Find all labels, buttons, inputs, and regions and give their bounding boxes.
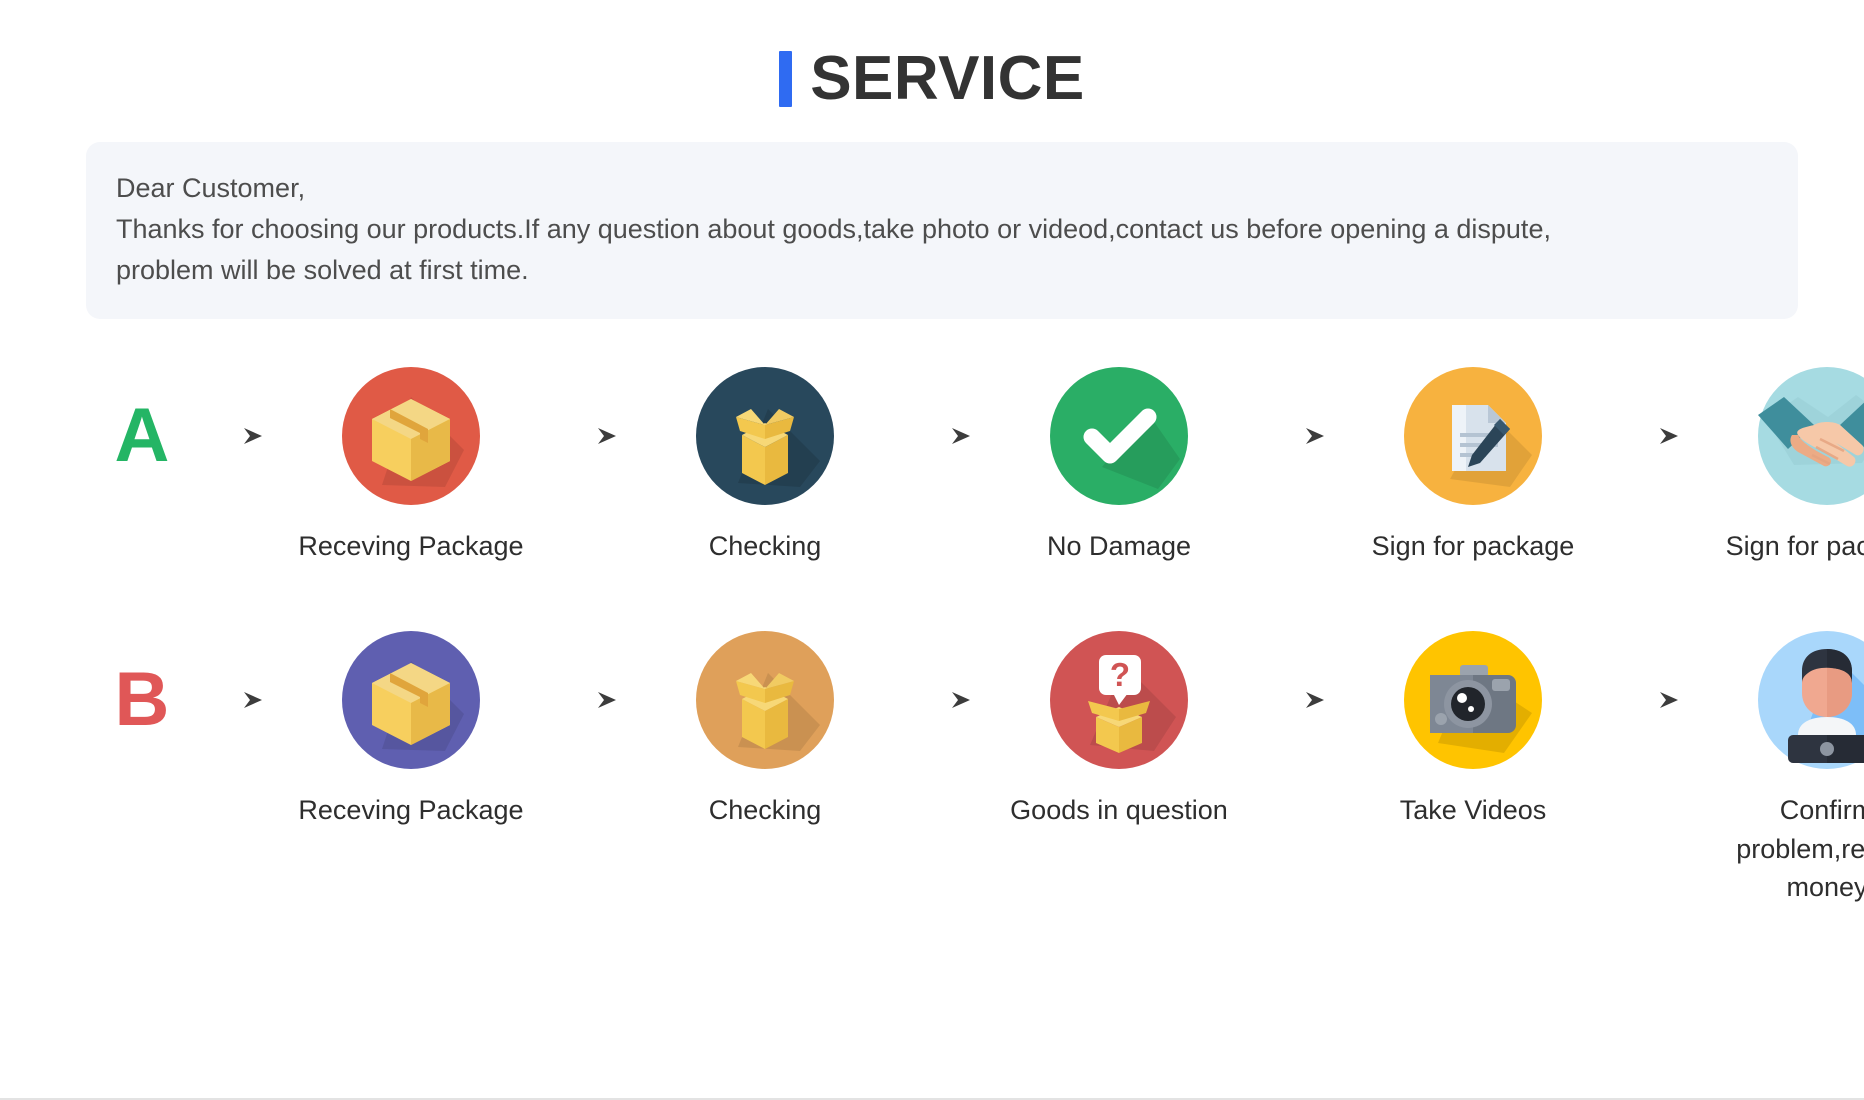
badge-label-b: B: [114, 657, 170, 743]
step-label: Sign for package: [1725, 531, 1864, 562]
step-label: No Damage: [1046, 531, 1192, 562]
arrow-a-1: [542, 367, 634, 505]
step-label: Goods in question: [1010, 795, 1228, 826]
arrow-b-1: [542, 631, 634, 769]
arrow-a-3: [1250, 367, 1342, 505]
title-accent-bar: [779, 51, 793, 107]
notice-line-1: Thanks for choosing our products.If any …: [116, 214, 1551, 245]
handshake-icon: [1758, 367, 1864, 506]
open-box-icon: [696, 631, 834, 770]
notice-greeting: Dear Customer,: [116, 173, 306, 203]
camera-icon: [1404, 631, 1542, 770]
step-label: Sign for package: [1371, 531, 1575, 562]
document-pen-icon: [1404, 367, 1542, 506]
question-box-icon: ?: [1050, 631, 1188, 770]
step-b-5: Confirm problem,refund money: [1696, 631, 1864, 906]
page-header: SERVICE: [0, 0, 1864, 112]
arrow-b-4: [1604, 631, 1696, 769]
step-b-3: ? Goods in question: [988, 631, 1250, 829]
step-b-2: Checking: [634, 631, 896, 829]
flow-row-a: A Receving Package Checking No Damage Si…: [0, 367, 1864, 565]
step-label: Receving Package: [298, 531, 524, 562]
arrow-a-4: [1604, 367, 1696, 505]
step-label: Checking: [708, 531, 822, 562]
service-page: SERVICE Dear Customer, Thanks for choosi…: [0, 0, 1864, 1100]
arrow-b-2: [896, 631, 988, 769]
step-label: Take Videos: [1399, 795, 1547, 826]
page-title: SERVICE: [810, 44, 1085, 113]
svg-text:?: ?: [1110, 656, 1130, 693]
step-label: Confirm problem,refund money: [1736, 795, 1864, 903]
notice-line-2: problem will be solved at first time.: [116, 255, 529, 286]
step-a-3: No Damage: [988, 367, 1250, 565]
arrow-b-0: [188, 631, 280, 769]
arrow-a-0: [188, 367, 280, 505]
step-label: Checking: [708, 795, 822, 826]
flow-badge-b: B: [96, 631, 188, 769]
check-mark-icon: [1050, 367, 1188, 506]
step-a-5: Sign for package: [1696, 367, 1864, 565]
step-a-2: Checking: [634, 367, 896, 565]
closed-box-icon: [342, 367, 480, 506]
step-label: Receving Package: [298, 795, 524, 826]
badge-label-a: A: [114, 393, 170, 479]
flow-badge-a: A: [96, 367, 188, 505]
open-box-icon: [696, 367, 834, 506]
step-b-1: Receving Package: [280, 631, 542, 829]
arrow-b-3: [1250, 631, 1342, 769]
customer-notice-box: Dear Customer, Thanks for choosing our p…: [86, 142, 1798, 320]
step-a-1: Receving Package: [280, 367, 542, 565]
step-b-4: Take Videos: [1342, 631, 1604, 829]
closed-box-icon: [342, 631, 480, 770]
support-agent-icon: [1758, 631, 1864, 770]
flow-row-b: B Receving Package Checking ? Goods in q…: [0, 631, 1864, 906]
arrow-a-2: [896, 367, 988, 505]
step-a-4: Sign for package: [1342, 367, 1604, 565]
